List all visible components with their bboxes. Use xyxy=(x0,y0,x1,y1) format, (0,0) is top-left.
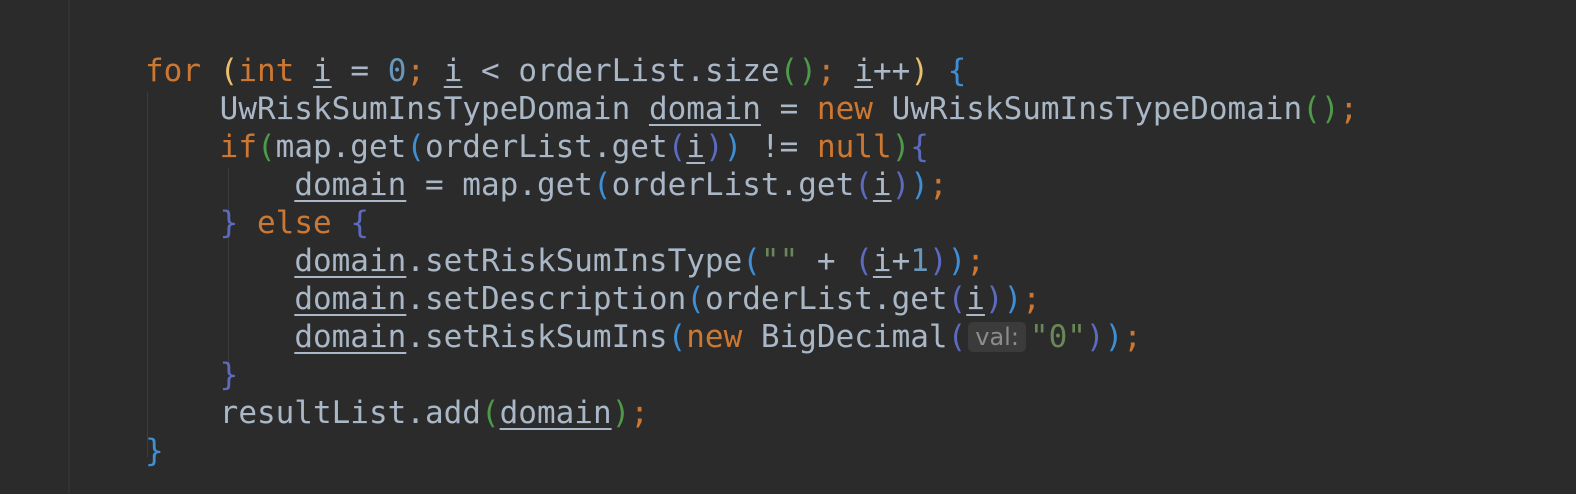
code-line-8: domain.setRiskSumIns(new BigDecimal(val:… xyxy=(294,319,1142,355)
keyword-for: for xyxy=(145,53,201,89)
code-line-5: } else { xyxy=(219,205,369,241)
code-line-11: } xyxy=(145,433,164,469)
code-line-1: for (int i = 0; i < orderList.size(); i+… xyxy=(145,53,967,89)
parameter-name-hint: val: xyxy=(968,322,1026,352)
code-line-9: } xyxy=(219,357,239,393)
variable-i: i xyxy=(966,281,985,317)
code-line-3: if(map.get(orderList.get(i)) != null){ xyxy=(219,129,929,165)
number-literal: 0 xyxy=(387,53,407,89)
variable-i: i xyxy=(854,53,873,89)
code-line-7: domain.setDescription(orderList.get(i)); xyxy=(294,281,1041,317)
keyword-else: else xyxy=(257,205,332,241)
variable-domain: domain xyxy=(294,319,407,355)
variable-domain: domain xyxy=(294,243,407,279)
keyword-null: null xyxy=(816,129,892,165)
variable-i: i xyxy=(443,53,463,89)
code-line-4: domain = map.get(orderList.get(i)); xyxy=(294,167,948,203)
keyword-if: if xyxy=(219,129,257,165)
variable-i: i xyxy=(686,129,705,165)
editor-gutter-divider xyxy=(68,0,70,494)
code-line-6: domain.setRiskSumInsType("" + (i+1)); xyxy=(294,243,985,279)
variable-domain: domain xyxy=(499,395,612,431)
code-line-10: resultList.add(domain); xyxy=(219,395,649,431)
variable-domain: domain xyxy=(294,167,407,203)
code-line-2: UwRiskSumInsTypeDomain domain = new UwRi… xyxy=(219,91,1359,127)
type-name: UwRiskSumInsTypeDomain xyxy=(219,91,631,127)
string-literal: "0" xyxy=(1029,319,1086,355)
variable-i: i xyxy=(872,243,892,279)
code-editor[interactable]: for (int i = 0; i < orderList.size(); i+… xyxy=(145,52,1358,470)
variable-domain: domain xyxy=(648,91,761,127)
variable-i: i xyxy=(313,53,332,89)
string-literal: "" xyxy=(760,243,799,279)
variable-i: i xyxy=(872,167,892,203)
keyword-int: int xyxy=(238,53,295,89)
number-literal: 1 xyxy=(910,243,929,279)
variable-domain: domain xyxy=(294,281,407,317)
keyword-new: new xyxy=(816,91,873,127)
keyword-new: new xyxy=(686,319,743,355)
